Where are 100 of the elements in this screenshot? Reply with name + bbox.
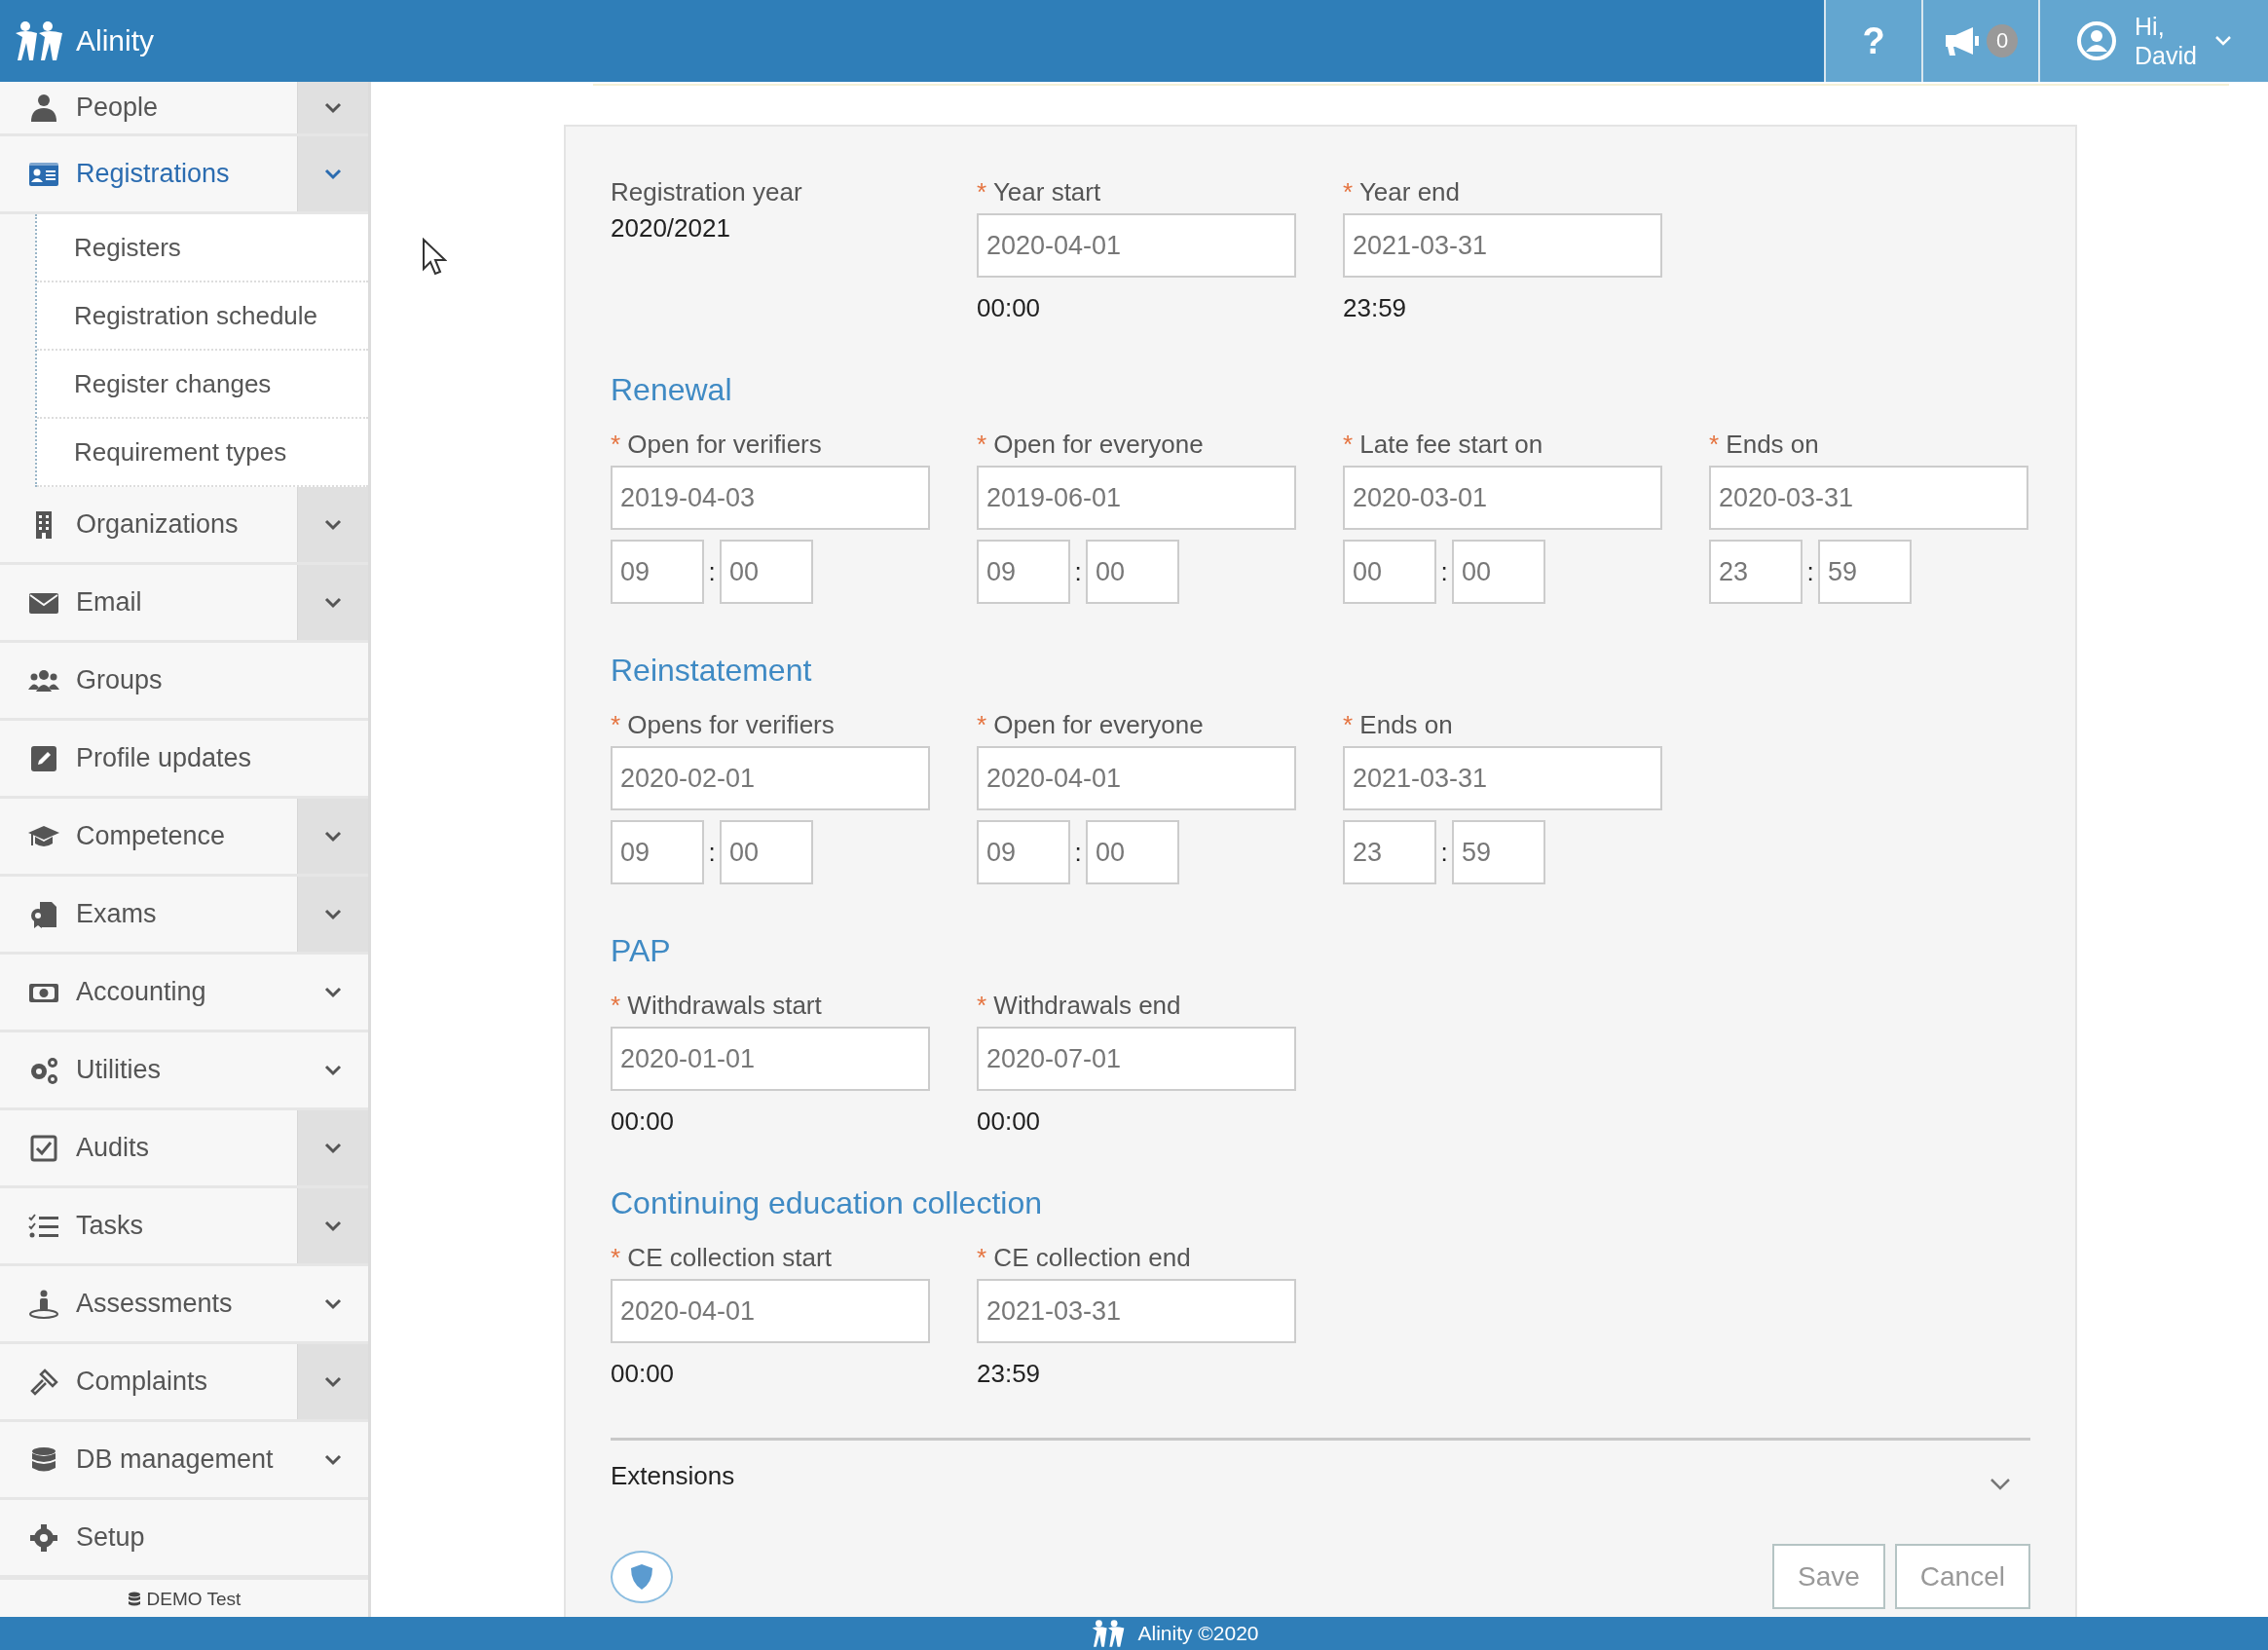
expand-toggle[interactable] [297,877,368,952]
hour-field[interactable]: 09 [611,540,704,604]
expand-toggle[interactable] [297,1344,368,1419]
document-icon [28,899,59,929]
notifications-button[interactable]: 0 [1921,0,2038,82]
date-field[interactable]: 2020-02-01 [611,746,930,810]
field-value: 2020/2021 [611,213,731,244]
minute-field[interactable]: 00 [1452,540,1545,604]
time-value: 23:59 [977,1359,1042,1389]
sidebar-item[interactable]: Setup [0,1500,368,1578]
expand-toggle[interactable] [297,799,368,874]
time-value: 00:00 [611,1106,676,1137]
sidebar-item[interactable]: Complaints [0,1344,368,1422]
section-heading: Reinstatement [611,653,813,689]
extensions-toggle[interactable]: Extensions [611,1438,2030,1495]
time-separator: : [707,556,717,587]
sidebar-item[interactable]: Audits [0,1110,368,1188]
time-value: 00:00 [977,1106,1042,1137]
chevron-icon [324,830,342,843]
field-label: * Open for verifiers [611,430,823,460]
expand-toggle[interactable] [297,565,368,640]
hour-field[interactable]: 09 [977,820,1070,884]
expand-toggle[interactable] [297,82,368,133]
cancel-button[interactable]: Cancel [1894,1544,2030,1609]
extensions-label: Extensions [611,1461,735,1491]
sidebar-item[interactable]: Organizations [0,487,368,565]
user-circle-icon [2076,20,2118,61]
submenu-item[interactable]: Registration schedule [37,282,368,351]
hour-field[interactable]: 09 [611,820,704,884]
sidebar-item[interactable]: Email [0,565,368,643]
hour-field[interactable]: 23 [1343,820,1436,884]
expand-toggle[interactable] [297,136,368,211]
sidebar-item[interactable]: Accounting [0,955,368,1032]
brand-name: Alinity [76,24,155,57]
chevron-icon [324,1375,342,1388]
date-field[interactable]: 2021-03-31 [1343,213,1662,278]
field-label: * Open for everyone [977,430,1205,460]
chevron-icon [324,518,342,531]
date-field[interactable]: 2020-04-01 [977,746,1296,810]
sidebar-item[interactable]: Competence [0,799,368,877]
date-field[interactable]: 2020-04-01 [977,213,1296,278]
time-value: 00:00 [977,293,1042,323]
time-value: 00:00 [611,1359,676,1389]
time-separator: : [1439,837,1449,868]
gear-icon [28,1522,59,1553]
submenu-item[interactable]: Register changes [37,351,368,419]
chevron-icon [324,168,342,180]
field-label: * Year end [1343,177,1461,207]
field-label: * Late fee start on [1343,430,1544,460]
hour-field[interactable]: 09 [977,540,1070,604]
hour-field[interactable]: 23 [1709,540,1803,604]
user-menu-button[interactable]: Hi, David [2038,0,2268,82]
section-heading: Renewal [611,372,733,408]
time-value: 23:59 [1343,293,1408,323]
sidebar-item[interactable]: Groups [0,643,368,721]
time-separator: : [1439,556,1449,587]
expand-toggle[interactable] [297,1188,368,1263]
sidebar-item[interactable]: People [0,82,368,136]
hour-field[interactable]: 00 [1343,540,1436,604]
user-name: David [2135,41,2197,70]
minute-field[interactable]: 00 [720,820,813,884]
field-label: * Withdrawals start [611,991,823,1021]
date-field[interactable]: 2019-04-03 [611,466,930,530]
minute-field[interactable]: 59 [1452,820,1545,884]
help-button[interactable]: ? [1824,0,1921,82]
chevron-icon [324,1142,342,1154]
minute-field[interactable]: 00 [1086,540,1179,604]
date-field[interactable]: 2020-03-31 [1709,466,2028,530]
minute-field[interactable]: 00 [720,540,813,604]
copyright-text: Alinity ©2020 [1137,1622,1259,1645]
time-separator: : [1073,837,1083,868]
person-icon [28,93,59,123]
date-field[interactable]: 2020-04-01 [611,1279,930,1343]
date-field[interactable]: 2020-07-01 [977,1027,1296,1091]
minute-field[interactable]: 00 [1086,820,1179,884]
field-label: * Opens for verifiers [611,710,836,740]
expand-toggle[interactable] [297,487,368,562]
minute-field[interactable]: 59 [1818,540,1912,604]
chevron-icon [324,1064,342,1076]
sidebar-item[interactable]: Tasks [0,1188,368,1266]
logo-icon [14,19,64,62]
gavel-icon [28,1367,59,1397]
field-label: * Ends on [1709,430,1820,460]
date-field[interactable]: 2021-03-31 [977,1279,1296,1343]
submenu-item[interactable]: Registers [37,214,368,282]
date-field[interactable]: 2020-01-01 [611,1027,930,1091]
section-heading: Continuing education collection [611,1185,1043,1221]
field-label: * Open for everyone [977,710,1205,740]
sidebar-item[interactable]: Exams [0,877,368,955]
date-field[interactable]: 2020-03-01 [1343,466,1662,530]
save-button[interactable]: Save [1772,1544,1885,1609]
section-heading: PAP [611,933,672,969]
greeting-text: Hi, [2135,12,2166,41]
time-separator: : [1805,556,1815,587]
megaphone-icon [1944,25,1981,56]
time-separator: : [707,837,717,868]
sidebar-item[interactable]: DB management [0,1422,368,1500]
expand-toggle[interactable] [297,1110,368,1185]
date-field[interactable]: 2019-06-01 [977,466,1296,530]
date-field[interactable]: 2021-03-31 [1343,746,1662,810]
